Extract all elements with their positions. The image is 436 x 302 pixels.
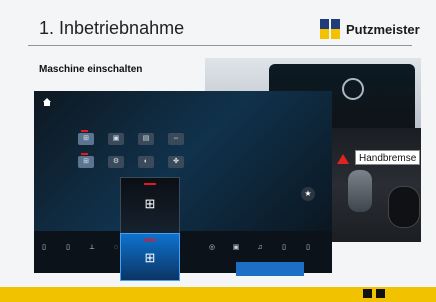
function-button[interactable]: ✤ [168, 156, 184, 168]
confirm-button[interactable] [236, 262, 304, 276]
active-marker [144, 239, 156, 241]
axle-icon: ⊞ [142, 196, 158, 212]
logo-mark-icon [320, 19, 340, 39]
title-divider [28, 45, 412, 46]
bottom-icon[interactable]: ⟂ [86, 242, 98, 254]
function-button[interactable]: ▣ [108, 133, 124, 145]
function-button[interactable]: ⚙ [108, 156, 124, 168]
bottom-icon[interactable]: ▯ [302, 242, 314, 254]
camera-icon: ▣ [112, 135, 120, 143]
gear-icon: ⚙ [112, 158, 120, 166]
bottom-icon[interactable]: ▣ [230, 242, 242, 254]
axle-icon: ⊞ [82, 158, 90, 166]
bottom-icon[interactable]: ▯ [38, 242, 50, 254]
favorite-button[interactable]: ★ [301, 187, 315, 201]
arrow-icon: ⇔ [172, 135, 180, 143]
section-heading: Maschine einschalten [39, 64, 142, 75]
brand-name: Putzmeister [346, 22, 420, 37]
music-icon[interactable]: ♫ [254, 242, 266, 254]
page-title: 1. Inbetriebnahme [39, 18, 184, 39]
axle-lock-button[interactable]: ⊞ [78, 156, 94, 168]
bottom-icon[interactable]: ▯ [278, 242, 290, 254]
console-button [388, 186, 420, 228]
active-marker [144, 183, 156, 185]
home-icon[interactable] [42, 97, 52, 107]
light-icon: ◐ [142, 158, 150, 166]
function-button[interactable]: ▤ [138, 133, 154, 145]
bottom-icon[interactable]: ◎ [206, 242, 218, 254]
bottom-icon[interactable]: ▯ [62, 242, 74, 254]
handbrake-callout: Handbremse [355, 150, 420, 165]
screen-icon: ▤ [142, 135, 150, 143]
drive-mode-button[interactable]: ⊞ [78, 133, 94, 145]
function-button[interactable]: ⇔ [168, 133, 184, 145]
brand-logo: Putzmeister [320, 19, 420, 39]
infotainment-screen: ⊞ ▣ ▤ ⇔ ⊞ ⚙ ◐ ✤ ★ ▯ ▯ ⟂ ◌ ◎ ▣ ♫ ▯ ▯ [34, 91, 332, 273]
footer-icons [363, 289, 385, 298]
zoom-popup-top: ⊞ [120, 177, 180, 236]
info-icon [342, 78, 364, 100]
function-button[interactable]: ◐ [138, 156, 154, 168]
slide: 1. Inbetriebnahme Putzmeister Maschine e… [0, 0, 436, 302]
active-marker [81, 130, 88, 132]
active-marker [81, 153, 88, 155]
zoom-popup-bottom: ⊞ [120, 233, 180, 281]
handbrake-lever [348, 170, 372, 212]
axle-icon: ⊞ [142, 250, 158, 266]
footer-icon [376, 289, 385, 298]
warning-triangle-icon [337, 154, 349, 164]
fan-icon: ✤ [172, 158, 180, 166]
footer-icon [363, 289, 372, 298]
axle-icon: ⊞ [82, 135, 90, 143]
